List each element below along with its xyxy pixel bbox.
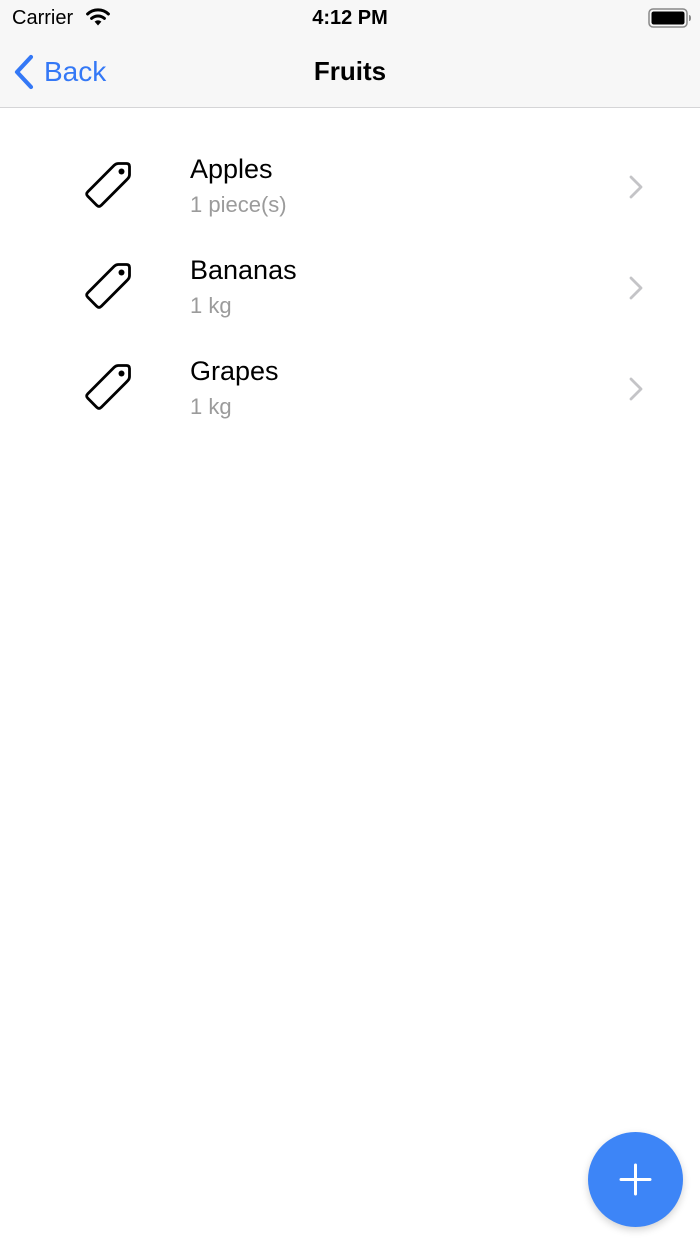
- chevron-right-icon: [629, 175, 643, 199]
- item-quantity: 1 kg: [190, 394, 232, 419]
- add-item-button[interactable]: [588, 1132, 683, 1227]
- navigation-bar: Fruits Back: [0, 36, 700, 108]
- back-button[interactable]: Back: [12, 50, 106, 94]
- clock: 4:12 PM: [312, 7, 388, 29]
- list-item[interactable]: Apples 1 piece(s): [0, 136, 700, 237]
- tag-icon: [85, 263, 131, 309]
- chevron-right-icon: [629, 276, 643, 300]
- tag-icon: [85, 364, 131, 410]
- tag-icon: [85, 162, 131, 208]
- item-name: Bananas: [190, 255, 297, 285]
- plus-icon: [619, 1163, 652, 1196]
- battery-icon: [648, 8, 691, 28]
- chevron-right-icon: [629, 377, 643, 401]
- item-list: Apples 1 piece(s) Bananas 1 kg Grapes 1 …: [0, 136, 700, 439]
- back-label: Back: [44, 56, 107, 87]
- item-quantity: 1 piece(s): [190, 192, 287, 217]
- list-item[interactable]: Bananas 1 kg: [0, 237, 700, 338]
- list-item[interactable]: Grapes 1 kg: [0, 338, 700, 439]
- chevron-left-icon: [14, 54, 34, 90]
- item-name: Apples: [190, 154, 273, 184]
- status-bar: Carrier 4:12 PM: [0, 0, 700, 36]
- item-quantity: 1 kg: [190, 293, 232, 318]
- item-name: Grapes: [190, 356, 279, 386]
